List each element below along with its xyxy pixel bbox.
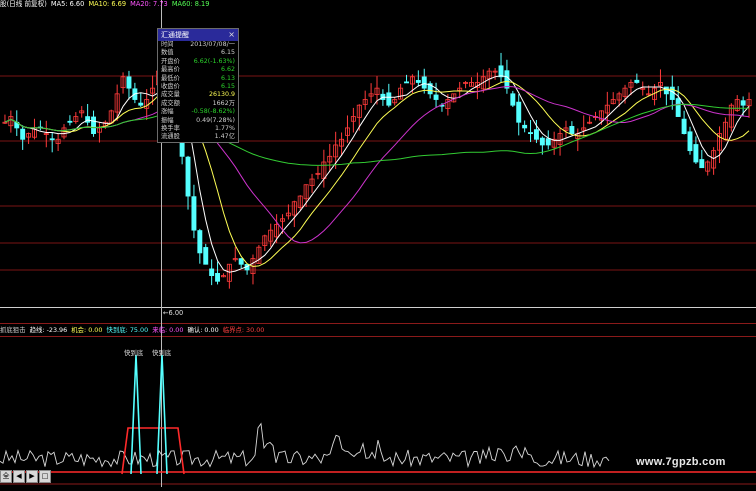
candle-body [522,124,528,129]
scroll-right-button[interactable]: ▶ [26,470,38,483]
tooltip-row: 流通股 1.47亿 [158,133,238,141]
low-price-marker: ←6.00 [163,309,184,317]
tooltip-row: 振幅 0.49(7.28%) [158,117,238,125]
candle-body [404,81,409,84]
candle-body [569,126,575,135]
candle-body [687,131,693,152]
tooltip-key: 流通股 [161,133,180,141]
candle-body [663,86,669,95]
candle-body [415,80,421,83]
kline-chart [0,0,756,487]
legend-title: 股(日线 前复权) [0,0,47,8]
tooltip-key: 最低价 [161,74,180,82]
candle-body [510,93,516,106]
signal-label-2: 快到底 [152,349,172,357]
chart-stage[interactable] [0,0,756,487]
candle-body [209,268,215,276]
tooltip-title: 汇通提醒 [161,31,189,39]
tooltip-value: 6.13 [220,74,235,82]
candle-body [191,196,197,231]
ma-legend: 股(日线 前复权) MA5: 6.60 MA10: 6.69 MA20: 7.7… [0,0,209,9]
legend-coming: 来临: 0.00 [152,326,184,334]
signal-label-1: 快到底 [124,349,144,357]
candle-body [681,118,687,134]
scroll-left-button[interactable]: ◀ [13,470,25,483]
indicator-legend: 抓底狙击 趋线: -23.96 机会: 0.00 快到底: 75.00 来临: … [0,326,264,335]
info-tooltip[interactable]: 汇通提醒 × 时间 2013/07/08/一 数值 6.15 开盘价 6.62(-1.… [157,28,239,143]
tooltip-key: 最高价 [161,66,180,74]
legend-confirm: 确认: 0.00 [187,326,219,334]
tooltip-row: 数值 6.15 [158,49,238,57]
tooltip-key: 开盘价 [161,57,180,65]
candle-body [126,76,132,89]
candle-body [675,98,681,117]
legend-near-bottom: 快到底: 75.00 [106,326,149,334]
candle-body [634,79,640,83]
tooltip-header: 汇通提醒 × [158,29,238,41]
tooltip-value: 2013/07/08/一 [190,41,235,48]
candle-body [498,65,504,78]
legend-ma20: MA20: 7.73 [130,0,168,8]
tooltip-row: 成交额 1662万 [158,100,238,108]
tooltip-row: 开盘价 6.62(-1.63%) [158,58,238,66]
tooltip-key: 成交额 [161,99,180,107]
candle-body [67,120,73,123]
candle-body [386,92,392,106]
candle-body [516,101,522,123]
candle-body [49,138,55,141]
tooltip-key: 数值 [161,49,174,57]
candle-body [528,132,534,134]
candle-body [699,159,705,169]
tooltip-row: 最高价 6.62 [158,66,238,74]
legend-indicator-name: 抓底狙击 [0,326,26,334]
tooltip-value: 1.47亿 [214,133,235,141]
tooltip-key: 涨幅 [161,108,174,116]
candle-body [185,156,191,197]
ma60-line [4,103,749,166]
candle-body [138,102,144,106]
candle-body [433,94,439,100]
candle-body [91,116,97,134]
tooltip-value: 6.15 [220,49,235,57]
trend-line [0,422,610,469]
candle-body [203,247,209,265]
tooltip-row: 最低价 6.13 [158,75,238,83]
legend-ma5: MA5: 6.60 [50,0,85,8]
candle-body [693,144,699,163]
ma20-line [4,85,750,244]
candle-body [533,129,539,140]
candle-body [545,138,551,146]
chart-controls: 全 ◀ ▶ □ [0,470,52,483]
candle-body [197,230,203,254]
tooltip-value: 0.49(7.28%) [196,116,235,124]
tooltip-key: 振幅 [161,116,174,124]
tooltip-value: -0.58(-8.62%) [191,108,235,116]
tooltip-value: 1662万 [212,99,235,107]
candle-body [215,273,221,282]
candle-body [539,137,545,146]
tooltip-value: 26130.9 [208,91,235,99]
legend-ma60: MA60: 8.19 [171,0,210,8]
candle-body [740,100,746,106]
close-icon[interactable]: × [228,29,235,41]
tooltip-value: 6.15 [220,82,235,90]
candle-body [504,70,510,89]
candle-body [85,116,91,123]
legend-chance: 机会: 0.00 [71,326,103,334]
watermark: www.7gpzb.com [636,456,726,468]
legend-trend: 趋线: -23.96 [29,326,68,334]
ma10-line [4,80,750,268]
tooltip-row: 涨幅 -0.58(-8.62%) [158,108,238,116]
tooltip-value: 6.62 [220,66,235,74]
legend-critical: 临界点: 30.00 [222,326,265,334]
tooltip-key: 成交量 [161,91,180,99]
candle-body [20,128,26,140]
legend-ma10: MA10: 6.69 [88,0,127,8]
window-button[interactable]: □ [39,470,51,483]
candle-body [238,258,244,265]
fit-all-button[interactable]: 全 [0,470,12,483]
candle-body [421,76,427,89]
tooltip-value: 6.62(-1.63%) [193,57,235,65]
tooltip-row: 成交量 26130.9 [158,91,238,99]
